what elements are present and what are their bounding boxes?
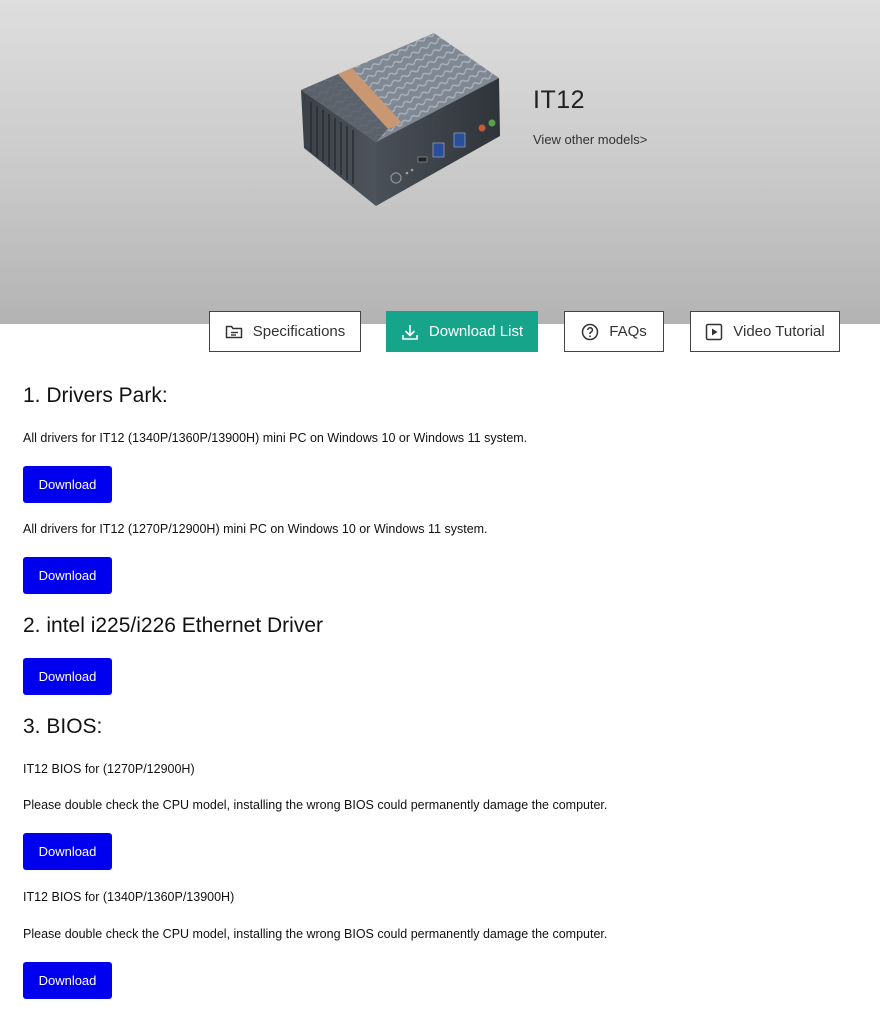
download-button[interactable]: Download (23, 466, 112, 503)
tab-specifications[interactable]: Specifications (209, 311, 361, 352)
tab-video-tutorial[interactable]: Video Tutorial (690, 311, 840, 352)
tab-download-list[interactable]: Download List (386, 311, 538, 352)
bios-warning: Please double check the CPU model, insta… (23, 927, 608, 941)
tab-bar: Specifications Download List FAQs Video … (0, 311, 880, 352)
bios-warning: Please double check the CPU model, insta… (23, 798, 608, 812)
question-circle-icon (581, 323, 599, 340)
bios-section-title: 3. BIOS: (23, 715, 103, 738)
download-button[interactable]: Download (23, 962, 112, 999)
tab-label: Specifications (252, 323, 346, 340)
download-button[interactable]: Download (23, 833, 112, 870)
driver-description: All drivers for IT12 (1270P/12900H) mini… (23, 522, 488, 536)
ethernet-section-title: 2. intel i225/i226 Ethernet Driver (23, 614, 323, 637)
product-image (301, 33, 500, 206)
play-box-icon (706, 323, 723, 340)
tab-label: FAQs (609, 323, 647, 340)
model-name: IT12 (533, 86, 586, 114)
tab-faqs[interactable]: FAQs (564, 311, 664, 352)
view-other-models-link[interactable]: View other models> (533, 132, 647, 147)
download-icon (402, 324, 418, 340)
bios-name: IT12 BIOS for (1340P/1360P/13900H) (23, 890, 235, 904)
tab-label: Video Tutorial (733, 323, 825, 340)
bios-name: IT12 BIOS for (1270P/12900H) (23, 762, 195, 776)
tab-label: Download List (428, 323, 524, 340)
folder-icon (225, 325, 242, 338)
driver-description: All drivers for IT12 (1340P/1360P/13900H… (23, 431, 528, 445)
download-button[interactable]: Download (23, 557, 112, 594)
drivers-section-title: 1. Drivers Park: (23, 384, 168, 407)
hero-banner: IT12 View other models> (0, 0, 880, 324)
download-button[interactable]: Download (23, 658, 112, 695)
